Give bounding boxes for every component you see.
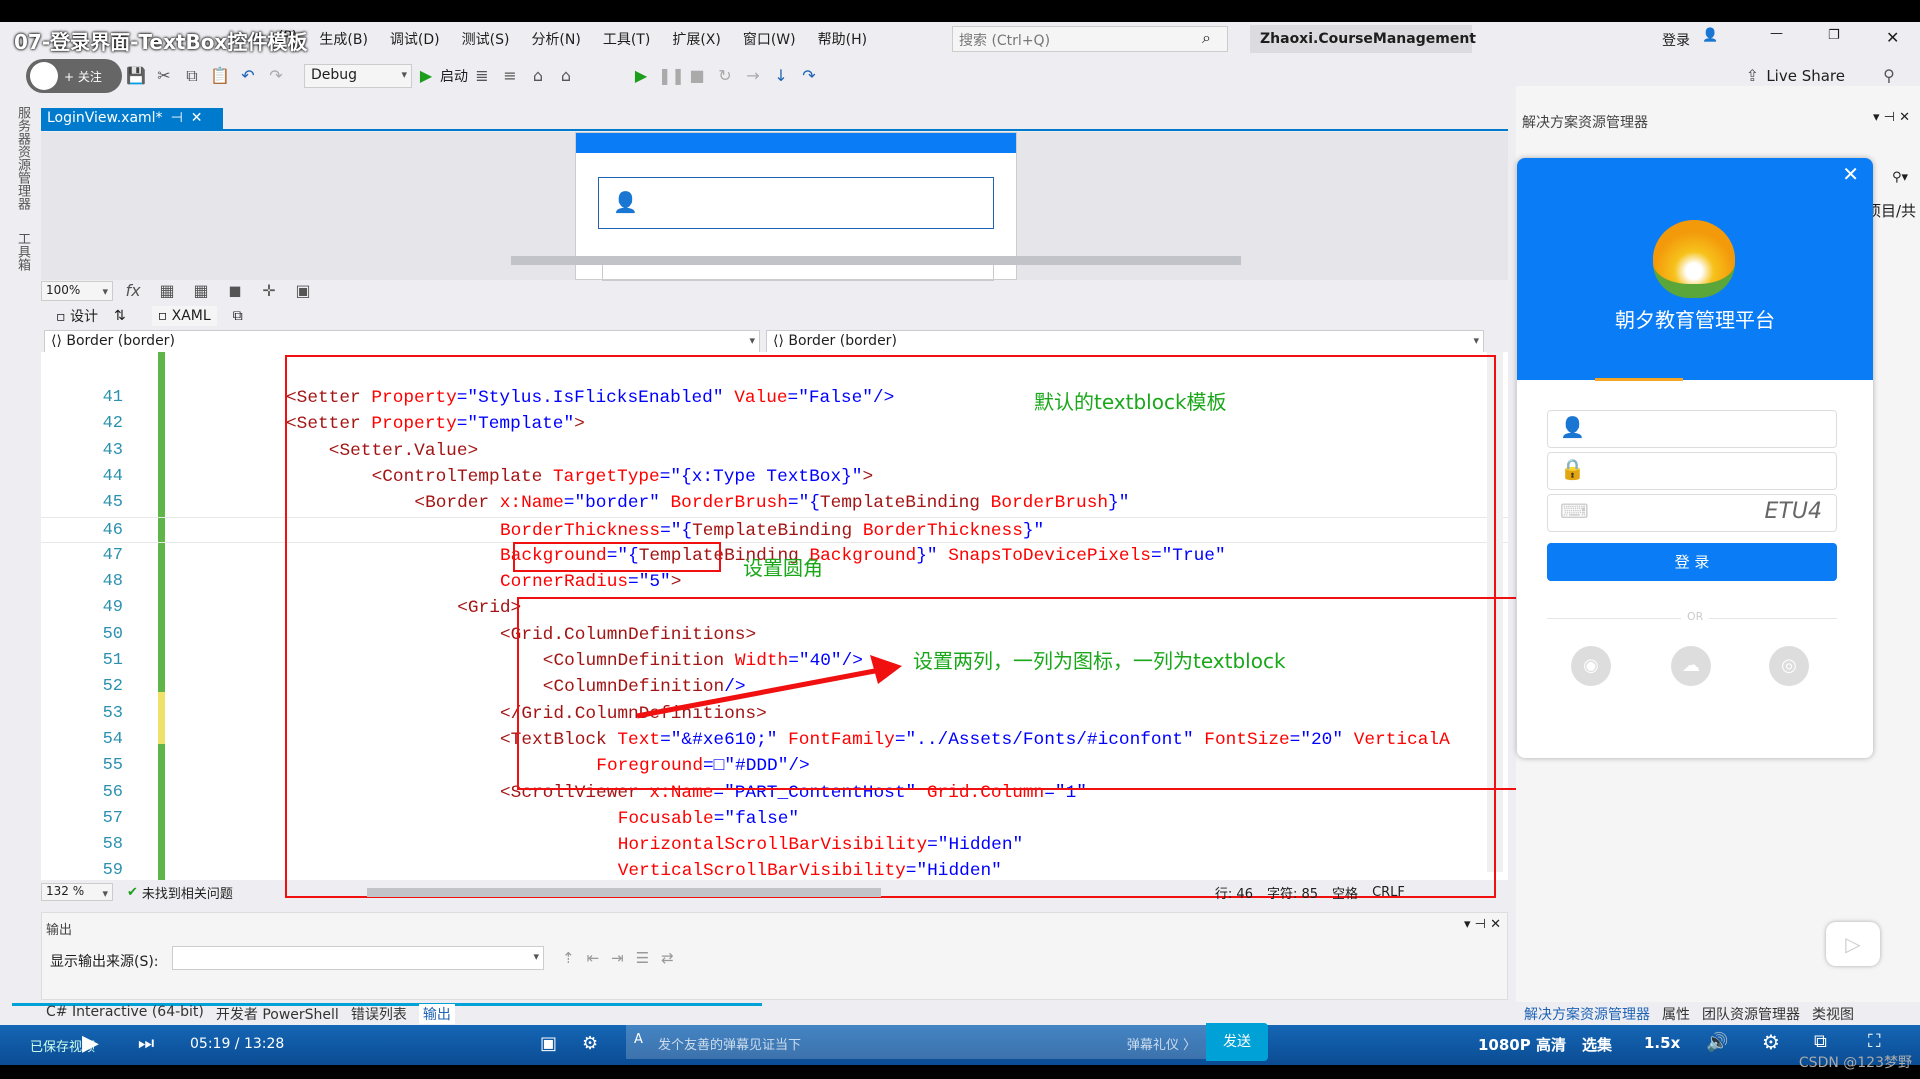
right-panel-tab[interactable]: 属性 bbox=[1662, 1004, 1690, 1024]
editor-zoom-select[interactable]: 132 % bbox=[41, 883, 113, 901]
right-panel-tab[interactable]: 团队资源管理器 bbox=[1702, 1004, 1800, 1024]
eol-indicator[interactable]: CRLF bbox=[1372, 885, 1405, 900]
bottom-tab[interactable]: 开发者 PowerShell bbox=[216, 1004, 339, 1024]
partial-tree-text: 项目/共 bbox=[1865, 202, 1916, 220]
volume-icon[interactable]: 🔊 bbox=[1706, 1032, 1728, 1053]
captcha-field[interactable]: ⌨ ETU4 bbox=[1547, 494, 1837, 532]
send-button[interactable]: 发送 bbox=[1206, 1023, 1268, 1061]
password-field[interactable]: 🔒 bbox=[1547, 452, 1837, 490]
fullscreen-icon[interactable]: ⛶ bbox=[1868, 1031, 1881, 1052]
or-divider: OR bbox=[1681, 610, 1710, 623]
line-indicator: 行: 46 bbox=[1214, 886, 1253, 902]
captcha-image[interactable]: ETU4 bbox=[1765, 499, 1822, 524]
video-play-overlay-icon[interactable]: ▷ bbox=[1826, 922, 1880, 966]
output-source-select[interactable] bbox=[172, 946, 544, 970]
next-button[interactable]: ⏭ bbox=[138, 1033, 154, 1054]
danmaku-style-icon[interactable]: A bbox=[634, 1032, 643, 1047]
settings-icon[interactable]: ⚙ bbox=[1762, 1030, 1780, 1054]
speed-select[interactable]: 1.5x bbox=[1644, 1034, 1680, 1052]
login-button[interactable]: 登 录 bbox=[1547, 543, 1837, 581]
solution-explorer-title: 解决方案资源管理器 bbox=[1522, 115, 1648, 131]
editor-status-bar: 132 % ✔ 未找到相关问题 行: 46 字符: 85 空格 CRLF bbox=[41, 882, 1508, 902]
output-source-label: 显示输出来源(S): bbox=[50, 954, 159, 970]
video-time: 05:19 / 13:28 bbox=[190, 1036, 285, 1052]
no-issues-icon: ✔ bbox=[127, 884, 138, 900]
qq-login-icon[interactable]: ◉ bbox=[1571, 646, 1611, 686]
bottom-tab[interactable]: C# Interactive (64-bit) bbox=[46, 1004, 204, 1024]
wechat-login-icon[interactable]: ☁ bbox=[1671, 646, 1711, 686]
bottom-tab[interactable]: 错误列表 bbox=[351, 1004, 407, 1024]
video-control-bar: 已保存视频 ▶ ⏭ 05:19 / 13:28 ▣ ⚙ A 发个友善的弹幕见证当… bbox=[0, 1023, 1920, 1065]
danmaku-toggle-icon[interactable]: ▣ bbox=[540, 1033, 557, 1054]
danmaku-input[interactable]: A 发个友善的弹幕见证当下 弹幕礼仪 〉 bbox=[626, 1025, 1206, 1059]
right-panel-tab[interactable]: 类视图 bbox=[1812, 1004, 1854, 1024]
bottom-tab[interactable]: 输出 bbox=[418, 1004, 455, 1024]
output-title: 输出 bbox=[46, 923, 73, 938]
logo bbox=[1653, 220, 1735, 298]
output-panel-controls[interactable]: ▾ ⊣ ✕ bbox=[1464, 917, 1501, 932]
editor-hscroll[interactable] bbox=[366, 887, 881, 897]
danmaku-settings-icon[interactable]: ⚙ bbox=[582, 1033, 598, 1054]
username-field[interactable]: 👤 bbox=[1547, 410, 1837, 448]
login-window-preview: ✕ 朝夕教育管理平台 👤 🔒 ⌨ ETU4 登 录 OR ◉ ☁ ◎ bbox=[1517, 158, 1873, 758]
play-button[interactable]: ▶ bbox=[82, 1031, 99, 1056]
bottom-tool-tabs: C# Interactive (64-bit) 开发者 PowerShell 错误列… bbox=[46, 1004, 467, 1024]
danmaku-placeholder: 发个友善的弹幕见证当下 bbox=[658, 1038, 802, 1053]
danmaku-etiquette-link[interactable]: 弹幕礼仪 〉 bbox=[1127, 1034, 1196, 1053]
weibo-login-icon[interactable]: ◎ bbox=[1769, 646, 1809, 686]
app-name: 朝夕教育管理平台 bbox=[1615, 308, 1775, 332]
episodes-button[interactable]: 选集 bbox=[1582, 1034, 1612, 1055]
issues-status[interactable]: 未找到相关问题 bbox=[142, 883, 233, 902]
close-icon[interactable]: ✕ bbox=[1842, 162, 1859, 186]
output-panel: 输出 ▾ ⊣ ✕ 显示输出来源(S): ⇡⇤⇥☰⇄ bbox=[41, 912, 1508, 1000]
quality-select[interactable]: 1080P 高清 bbox=[1478, 1034, 1566, 1055]
char-indicator: 字符: 85 bbox=[1266, 886, 1319, 902]
right-panel-tabs: 解决方案资源管理器 属性 团队资源管理器 类视图 bbox=[1524, 1004, 1866, 1024]
pip-icon[interactable]: ⧉ bbox=[1814, 1031, 1827, 1052]
output-toolbar-icons[interactable]: ⇡⇤⇥☰⇄ bbox=[562, 949, 686, 967]
whitespace-indicator[interactable]: 空格 bbox=[1332, 883, 1358, 902]
right-panel-tab[interactable]: 解决方案资源管理器 bbox=[1524, 1004, 1650, 1024]
watermark: CSDN @123梦野 bbox=[1798, 1055, 1912, 1071]
search-icon[interactable]: ⚲▾ bbox=[1892, 170, 1908, 185]
panel-controls[interactable]: ▾ ⊣ ✕ bbox=[1873, 110, 1910, 125]
login-header: ✕ 朝夕教育管理平台 bbox=[1517, 158, 1873, 381]
